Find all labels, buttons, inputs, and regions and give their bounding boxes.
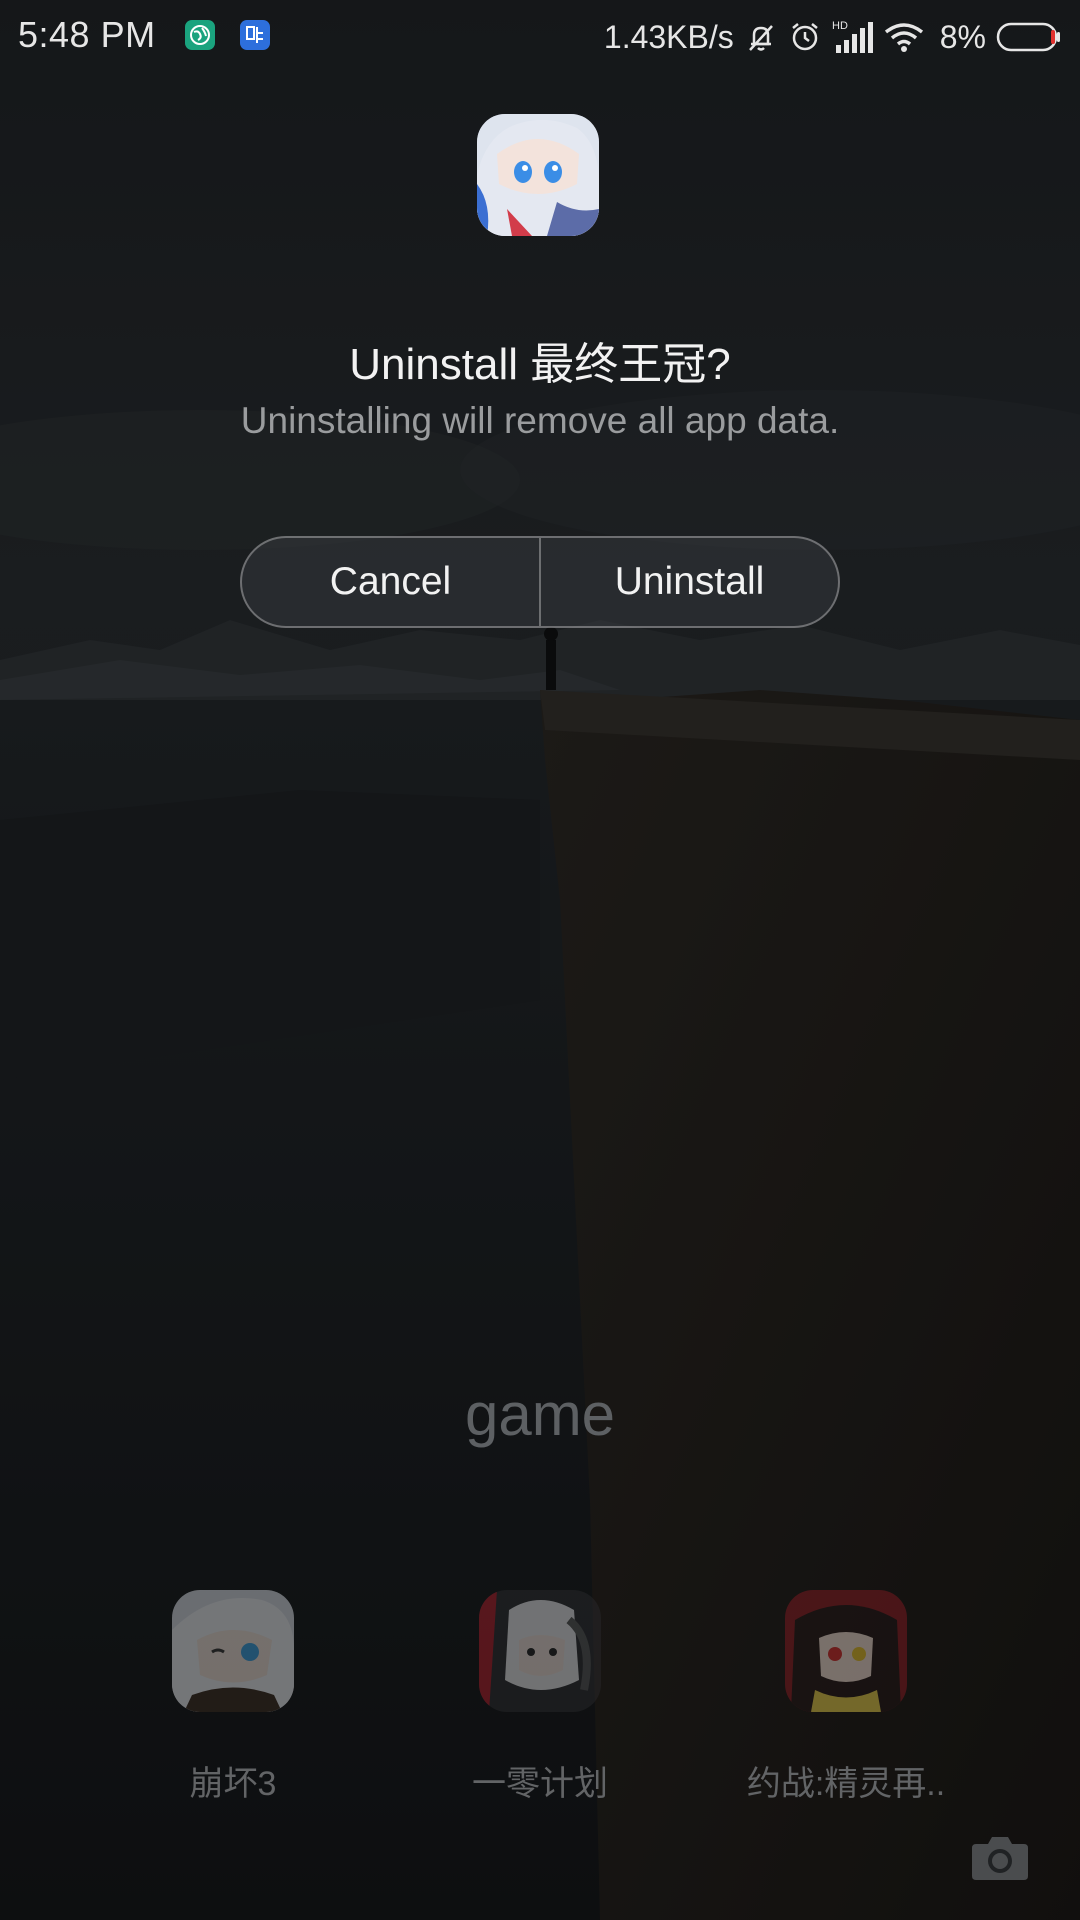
app-item-honkai3[interactable]: 崩坏3 (83, 1590, 383, 1805)
uninstall-button[interactable]: Uninstall (541, 538, 838, 626)
app-icon-project (479, 1590, 601, 1712)
signal-badge: HD (832, 20, 848, 32)
app-label: 约战:精灵再.. (746, 1765, 946, 1803)
dialog-message: Uninstalling will remove all app data. (240, 400, 840, 441)
app-label: 一零计划 (472, 1765, 608, 1803)
mute-bell-icon (744, 20, 778, 54)
network-speed: 1.43KB/s (603, 18, 734, 55)
app-label: 崩坏3 (189, 1765, 277, 1803)
folder-name: game (464, 1381, 616, 1448)
app-icon-honkai3 (172, 1590, 294, 1712)
wifi-icon (884, 21, 924, 53)
battery-icon (996, 21, 1062, 53)
battery-percent: 8% (939, 18, 986, 55)
status-bar: 5:48 PM 1.43KB/s HD 8% (0, 0, 1080, 74)
dialog-title: Uninstall 最终王冠? (349, 340, 731, 389)
camera-icon[interactable] (970, 1832, 1030, 1882)
status-right: 1.43KB/s HD 8% (604, 12, 1062, 62)
app-item-project[interactable]: 一零计划 (390, 1590, 690, 1805)
status-time: 5:48 PM (18, 14, 156, 55)
cancel-button[interactable]: Cancel (242, 538, 539, 626)
cell-signal-icon: HD (832, 19, 874, 55)
dialog-button-group: Cancel Uninstall (240, 536, 840, 628)
tieba-icon (240, 20, 270, 50)
app-icon-date-a-live (785, 1590, 907, 1712)
alarm-clock-icon (788, 20, 822, 54)
app-item-date-a-live[interactable]: 约战:精灵再.. (696, 1590, 996, 1805)
globe-icon (185, 20, 215, 50)
app-icon-large (477, 114, 599, 236)
